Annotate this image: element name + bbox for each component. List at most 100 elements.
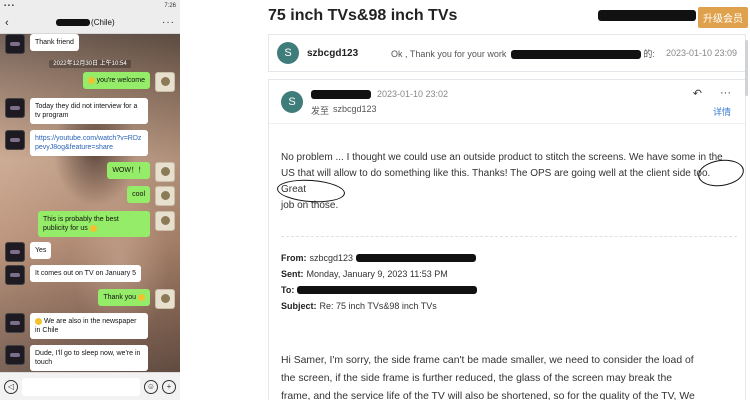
- avatar[interactable]: [155, 186, 175, 206]
- quoted-header: From: szbcgd123 Sent: Monday, January 9,…: [281, 250, 737, 314]
- recipient-row: 发至 szbcgd123: [311, 104, 377, 117]
- smile-emoji-icon: [89, 224, 97, 232]
- redacted-email: [297, 286, 478, 294]
- thread-snippet: Ok , Thank you for your work 的:: [391, 47, 660, 60]
- reply-icon[interactable]: ↶: [693, 87, 702, 100]
- scrollbar[interactable]: [745, 40, 748, 96]
- avatar[interactable]: [5, 345, 25, 365]
- avatar[interactable]: [5, 242, 25, 262]
- detail-link[interactable]: 详情: [713, 105, 731, 118]
- quote-sent-label: Sent:: [281, 269, 304, 279]
- chat-timestamp-text: 2022年12月30日 上午10:54: [49, 60, 131, 68]
- body-line: Hi Samer, I'm sorry, the side frame can'…: [281, 355, 694, 366]
- status-bar: ▪ ▪ ▪ 7:26: [0, 0, 180, 12]
- avatar[interactable]: [5, 265, 25, 285]
- chevron-left-icon[interactable]: ‹: [5, 17, 9, 29]
- redacted-email: [356, 254, 477, 262]
- avatar: S: [281, 91, 303, 113]
- body-line: the screen, if the side frame is further…: [281, 373, 673, 384]
- smile-emoji-icon: [138, 293, 145, 301]
- quote-to-row: To:: [281, 282, 737, 298]
- avatar[interactable]: [155, 211, 175, 231]
- voice-icon[interactable]: ◁: [4, 379, 18, 394]
- quote-from-row: From: szbcgd123: [281, 250, 737, 266]
- message-text: Thank you: [103, 294, 137, 301]
- message-bubble: Thank you: [98, 289, 150, 306]
- message-bubble: This is probably the best publicity for …: [38, 211, 150, 237]
- chat-timestamp: 2022年12月30日 上午10:54: [0, 58, 180, 68]
- message-in: https://youtube.com/watch?v=RDzpevyJ8og&…: [0, 130, 180, 156]
- chat-screenshot: ▪ ▪ ▪ 7:26 ‹ (Chile) ··· Thank friend 20…: [0, 0, 180, 400]
- message-bubble: Thank friend: [30, 34, 79, 51]
- message-out: cool: [0, 186, 180, 206]
- status-time: 7:26: [164, 3, 176, 9]
- body-line: US that will allow to do something like …: [281, 168, 711, 195]
- status-icons: ▪ ▪ ▪: [4, 3, 14, 9]
- ellipsis-icon[interactable]: ···: [720, 87, 731, 100]
- thread-snippet-tail: 的:: [643, 48, 655, 59]
- message-bubble: Today they did not interview for a tv pr…: [30, 98, 148, 124]
- quote-sent: Monday, January 9, 2023 11:53 PM: [306, 269, 448, 279]
- quote-to-label: To:: [281, 285, 295, 295]
- message-timestamp: 2023-01-10 23:02: [377, 89, 449, 99]
- smile-emoji-icon: [87, 76, 95, 84]
- upgrade-button[interactable]: 升级会员: [698, 7, 748, 28]
- message-text: you're welcome: [96, 77, 145, 84]
- message-card: S 2023-01-10 23:02 发至 szbcgd123 ↶ ··· 详情…: [268, 79, 746, 400]
- avatar: S: [277, 42, 299, 64]
- sender-row: 2023-01-10 23:02: [311, 89, 448, 99]
- quote-sent-row: Sent: Monday, January 9, 2023 11:53 PM: [281, 266, 737, 282]
- avatar[interactable]: [155, 72, 175, 92]
- message-out: This is probably the best publicity for …: [0, 211, 180, 237]
- avatar[interactable]: [5, 34, 25, 54]
- quote-subject: Re: 75 inch TVs&98 inch TVs: [319, 301, 437, 311]
- to-address: szbcgd123: [333, 104, 377, 114]
- mail-subject: 75 inch TVs&98 inch TVs: [268, 7, 458, 24]
- mail-client: 75 inch TVs&98 inch TVs 升级会员 S szbcgd123…: [258, 0, 750, 400]
- avatar[interactable]: [5, 98, 25, 118]
- message-link[interactable]: https://youtube.com/watch?v=RDzpevyJ8og&…: [35, 135, 141, 151]
- ellipsis-icon[interactable]: ···: [162, 17, 175, 28]
- plus-icon[interactable]: +: [162, 379, 176, 394]
- quote-subject-row: Subject: Re: 75 inch TVs&98 inch TVs: [281, 298, 737, 314]
- redacted-name: [56, 19, 91, 26]
- quote-from-label: From:: [281, 253, 307, 263]
- message-in: Thank friend: [0, 34, 180, 54]
- message-bubble: Dude, I'll go to sleep now, we're in tou…: [30, 345, 148, 371]
- redacted-account: [598, 10, 696, 21]
- message-in: Today they did not interview for a tv pr…: [0, 98, 180, 124]
- message-out: Thank you: [0, 289, 180, 309]
- message-in: Yes: [0, 242, 180, 262]
- avatar[interactable]: [155, 289, 175, 309]
- message-text: We are also in the newspaper in Chile: [35, 318, 137, 334]
- thread-snippet-text: Ok , Thank you for your work: [391, 48, 507, 59]
- avatar[interactable]: [5, 130, 25, 150]
- message-out: WOW！！: [0, 162, 180, 182]
- message-text: This is probably the best publicity for …: [43, 216, 119, 232]
- message-in: Dude, I'll go to sleep now, we're in tou…: [0, 345, 180, 371]
- body-line: No problem ... I thought we could use an…: [281, 152, 723, 163]
- chat-input-bar: ◁ ☺ +: [0, 372, 180, 400]
- thread-sender: szbcgd123: [307, 47, 359, 59]
- message-bubble: We are also in the newspaper in Chile: [30, 313, 148, 339]
- emoji-icon[interactable]: ☺: [144, 379, 158, 394]
- thread-item[interactable]: S szbcgd123 Ok , Thank you for your work…: [268, 34, 746, 72]
- message-in: We are also in the newspaper in Chile: [0, 313, 180, 339]
- message-header: S 2023-01-10 23:02 发至 szbcgd123 ↶ ··· 详情: [269, 80, 745, 124]
- quoted-body: Hi Samer, I'm sorry, the side frame can'…: [281, 352, 737, 400]
- message-actions: ↶ ···: [693, 87, 731, 100]
- message-out: you're welcome: [0, 72, 180, 92]
- message-bubble: cool: [127, 186, 150, 203]
- message-list: Thank friend 2022年12月30日 上午10:54 you're …: [0, 34, 180, 372]
- to-label: 发至: [311, 106, 330, 116]
- body-line: frame, and the service life of the TV wi…: [281, 391, 695, 400]
- avatar[interactable]: [155, 162, 175, 182]
- message-bubble: you're welcome: [82, 72, 150, 89]
- body-line: job on those.: [281, 200, 339, 211]
- message-input[interactable]: [22, 377, 140, 396]
- chat-header: ‹ (Chile) ···: [0, 12, 180, 34]
- avatar[interactable]: [5, 313, 25, 333]
- quote-from: szbcgd123: [309, 253, 354, 263]
- quote-subject-label: Subject:: [281, 301, 317, 311]
- message-in: It comes out on TV on January 5: [0, 265, 180, 285]
